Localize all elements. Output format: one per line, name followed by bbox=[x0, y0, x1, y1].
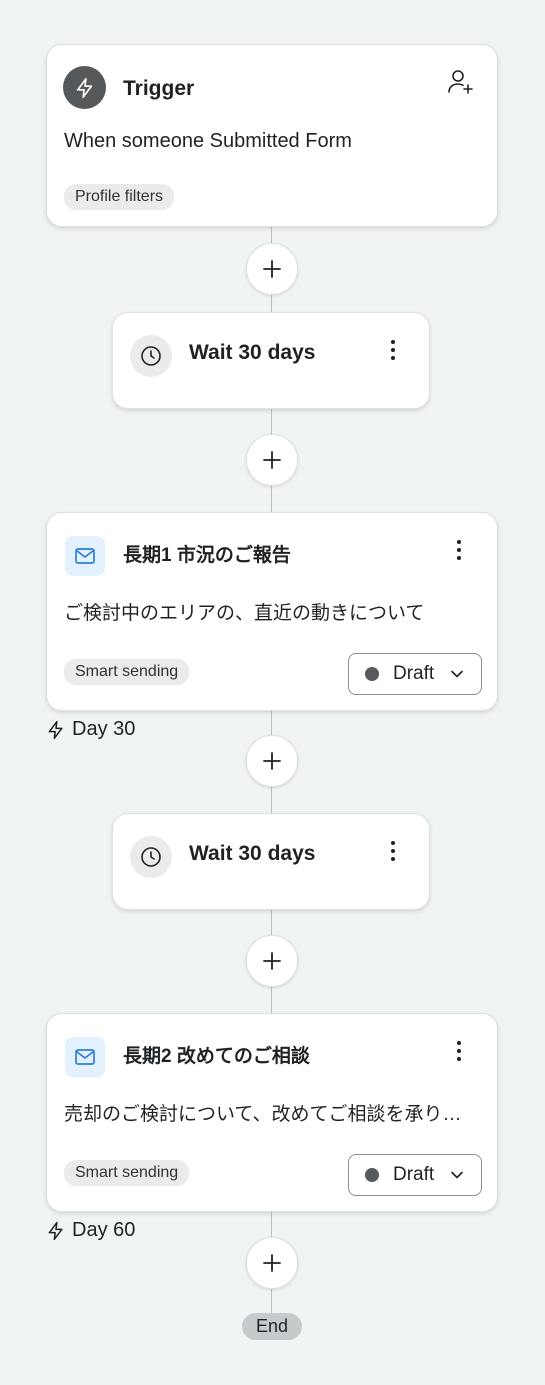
day-label: Day 30 bbox=[46, 718, 135, 741]
plus-icon bbox=[263, 1254, 281, 1272]
email-card[interactable]: 長期1 市況のご報告 ご検討中のエリアの、直近の動きについて Smart sen… bbox=[46, 512, 498, 711]
email-title: 長期2 改めてのご相談 bbox=[123, 1046, 310, 1067]
trigger-title: Trigger bbox=[123, 77, 195, 100]
trigger-card[interactable]: Trigger When someone Submitted Form Prof… bbox=[46, 44, 498, 227]
lightning-icon bbox=[63, 66, 106, 109]
smart-sending-badge: Smart sending bbox=[64, 659, 190, 685]
add-person-icon[interactable] bbox=[445, 67, 475, 97]
end-badge: End bbox=[242, 1313, 302, 1340]
add-step-button[interactable] bbox=[246, 243, 298, 295]
chevron-down-icon bbox=[451, 1171, 463, 1179]
email-preview: 売却のご検討について、改めてご相談を承り… bbox=[64, 1104, 462, 1125]
status-dot bbox=[365, 1168, 379, 1182]
lightning-icon bbox=[48, 720, 63, 739]
email-title: 長期1 市況のご報告 bbox=[123, 545, 291, 566]
day-label-text: Day 60 bbox=[72, 1219, 136, 1241]
more-options-icon[interactable] bbox=[447, 535, 471, 565]
add-step-button[interactable] bbox=[246, 735, 298, 787]
email-preview: ご検討中のエリアの、直近の動きについて bbox=[64, 603, 425, 624]
status-dropdown[interactable]: Draft bbox=[348, 1154, 482, 1196]
add-step-button[interactable] bbox=[246, 935, 298, 987]
email-card[interactable]: 長期2 改めてのご相談 売却のご検討について、改めてご相談を承り… Smart … bbox=[46, 1013, 498, 1212]
day-label-text: Day 30 bbox=[72, 718, 136, 740]
profile-filters-badge[interactable]: Profile filters bbox=[64, 184, 175, 210]
more-options-icon[interactable] bbox=[381, 335, 405, 365]
status-label: Draft bbox=[393, 1164, 435, 1185]
trigger-description: When someone Submitted Form bbox=[64, 130, 352, 152]
add-step-button[interactable] bbox=[246, 434, 298, 486]
plus-icon bbox=[263, 752, 281, 770]
day-label: Day 60 bbox=[46, 1219, 135, 1242]
more-options-icon[interactable] bbox=[381, 836, 405, 866]
mail-icon bbox=[65, 536, 105, 576]
plus-icon bbox=[263, 952, 281, 970]
chevron-down-icon bbox=[451, 670, 463, 678]
add-step-button[interactable] bbox=[246, 1237, 298, 1289]
status-dropdown[interactable]: Draft bbox=[348, 653, 482, 695]
wait-card[interactable]: Wait 30 days bbox=[112, 312, 430, 409]
lightning-icon bbox=[48, 1221, 63, 1240]
clock-icon bbox=[130, 836, 172, 878]
plus-icon bbox=[263, 260, 281, 278]
mail-icon bbox=[65, 1037, 105, 1077]
wait-label: Wait 30 days bbox=[189, 842, 316, 865]
clock-icon bbox=[130, 335, 172, 377]
status-dot bbox=[365, 667, 379, 681]
wait-label: Wait 30 days bbox=[189, 341, 316, 364]
plus-icon bbox=[263, 451, 281, 469]
status-label: Draft bbox=[393, 663, 435, 684]
smart-sending-badge: Smart sending bbox=[64, 1160, 190, 1186]
wait-card[interactable]: Wait 30 days bbox=[112, 813, 430, 910]
more-options-icon[interactable] bbox=[447, 1036, 471, 1066]
